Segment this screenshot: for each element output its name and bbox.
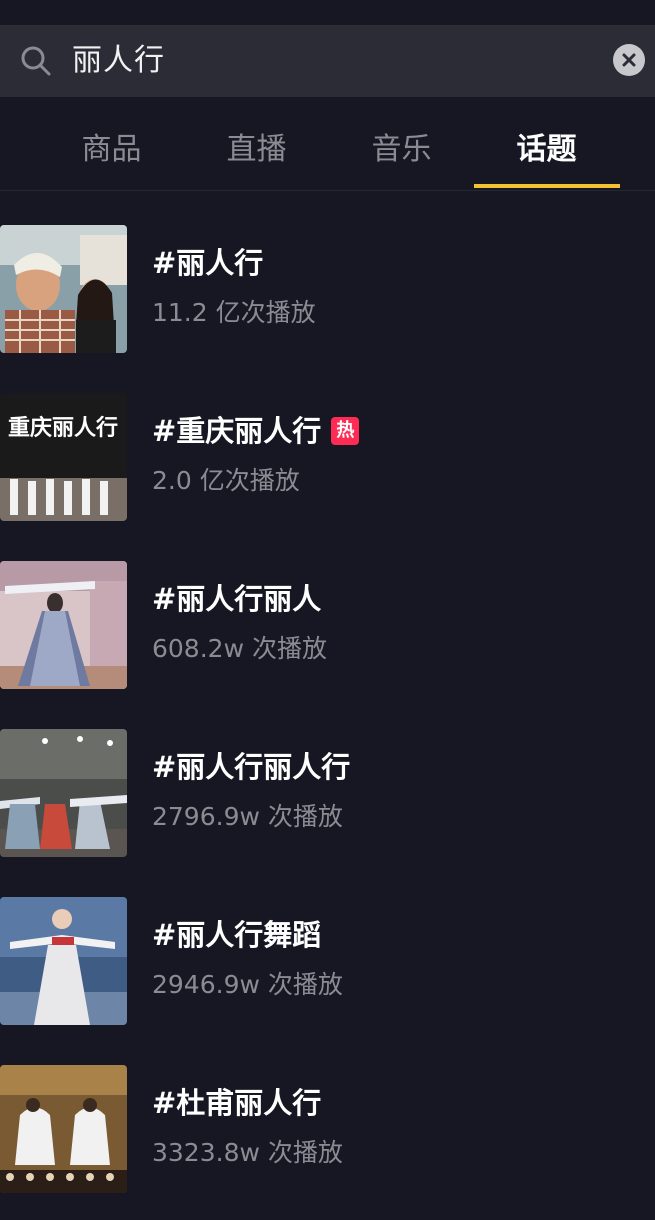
tab-live[interactable]: 直播 bbox=[184, 130, 329, 170]
tab-topics[interactable]: 话题 bbox=[474, 130, 619, 170]
topic-title: #杜甫丽人行 bbox=[152, 1083, 321, 1123]
list-item[interactable]: #丽人行丽人行 2796.9w 次播放 bbox=[0, 729, 655, 857]
active-tab-indicator bbox=[474, 184, 620, 188]
search-bar[interactable]: 丽人行 bbox=[0, 25, 655, 97]
tab-bar: 商品 直播 音乐 话题 bbox=[0, 120, 655, 191]
list-item[interactable]: #杜甫丽人行 3323.8w 次播放 bbox=[0, 1065, 655, 1193]
thumbnail-overlay-text: 重庆丽人行 bbox=[8, 415, 118, 441]
topic-title-text: #丽人行丽人行 bbox=[152, 750, 351, 784]
list-item[interactable]: 重庆丽人行 #重庆丽人行 热 2.0 亿次播放 bbox=[0, 393, 655, 521]
topic-title-text: #丽人行 bbox=[152, 246, 264, 280]
search-icon bbox=[21, 46, 51, 76]
topic-title: #重庆丽人行 热 bbox=[152, 411, 360, 451]
list-item[interactable]: #丽人行 11.2 亿次播放 bbox=[0, 225, 655, 353]
topic-play-count: 2.0 亿次播放 bbox=[152, 466, 300, 495]
topic-thumbnail bbox=[0, 1065, 127, 1193]
topic-thumbnail bbox=[0, 225, 127, 353]
hot-badge: 热 bbox=[331, 417, 360, 445]
list-item[interactable]: #丽人行丽人 608.2w 次播放 bbox=[0, 561, 655, 689]
topic-title-text: #丽人行舞蹈 bbox=[152, 918, 322, 952]
topic-thumbnail: 重庆丽人行 bbox=[0, 393, 127, 521]
topic-title: #丽人行舞蹈 bbox=[152, 915, 321, 955]
topic-thumbnail bbox=[0, 897, 127, 1025]
close-icon[interactable] bbox=[613, 44, 645, 76]
topic-play-count: 3323.8w 次播放 bbox=[152, 1138, 343, 1167]
tab-music[interactable]: 音乐 bbox=[329, 130, 474, 170]
topic-play-count: 2796.9w 次播放 bbox=[152, 802, 343, 831]
search-input[interactable]: 丽人行 bbox=[72, 39, 165, 83]
list-item[interactable]: #丽人行舞蹈 2946.9w 次播放 bbox=[0, 897, 655, 1025]
topic-thumbnail bbox=[0, 561, 127, 689]
topic-play-count: 2946.9w 次播放 bbox=[152, 970, 343, 999]
topic-title-text: #杜甫丽人行 bbox=[152, 1086, 322, 1120]
topic-title: #丽人行丽人 bbox=[152, 579, 321, 619]
topic-play-count: 11.2 亿次播放 bbox=[152, 298, 316, 327]
topic-title: #丽人行丽人行 bbox=[152, 747, 350, 787]
topic-title-text: #重庆丽人行 bbox=[152, 414, 322, 448]
topic-thumbnail bbox=[0, 729, 127, 857]
tab-products[interactable]: 商品 bbox=[39, 130, 184, 170]
topic-title-text: #丽人行丽人 bbox=[152, 582, 322, 616]
topic-title: #丽人行 bbox=[152, 243, 263, 283]
topic-play-count: 608.2w 次播放 bbox=[152, 634, 327, 663]
